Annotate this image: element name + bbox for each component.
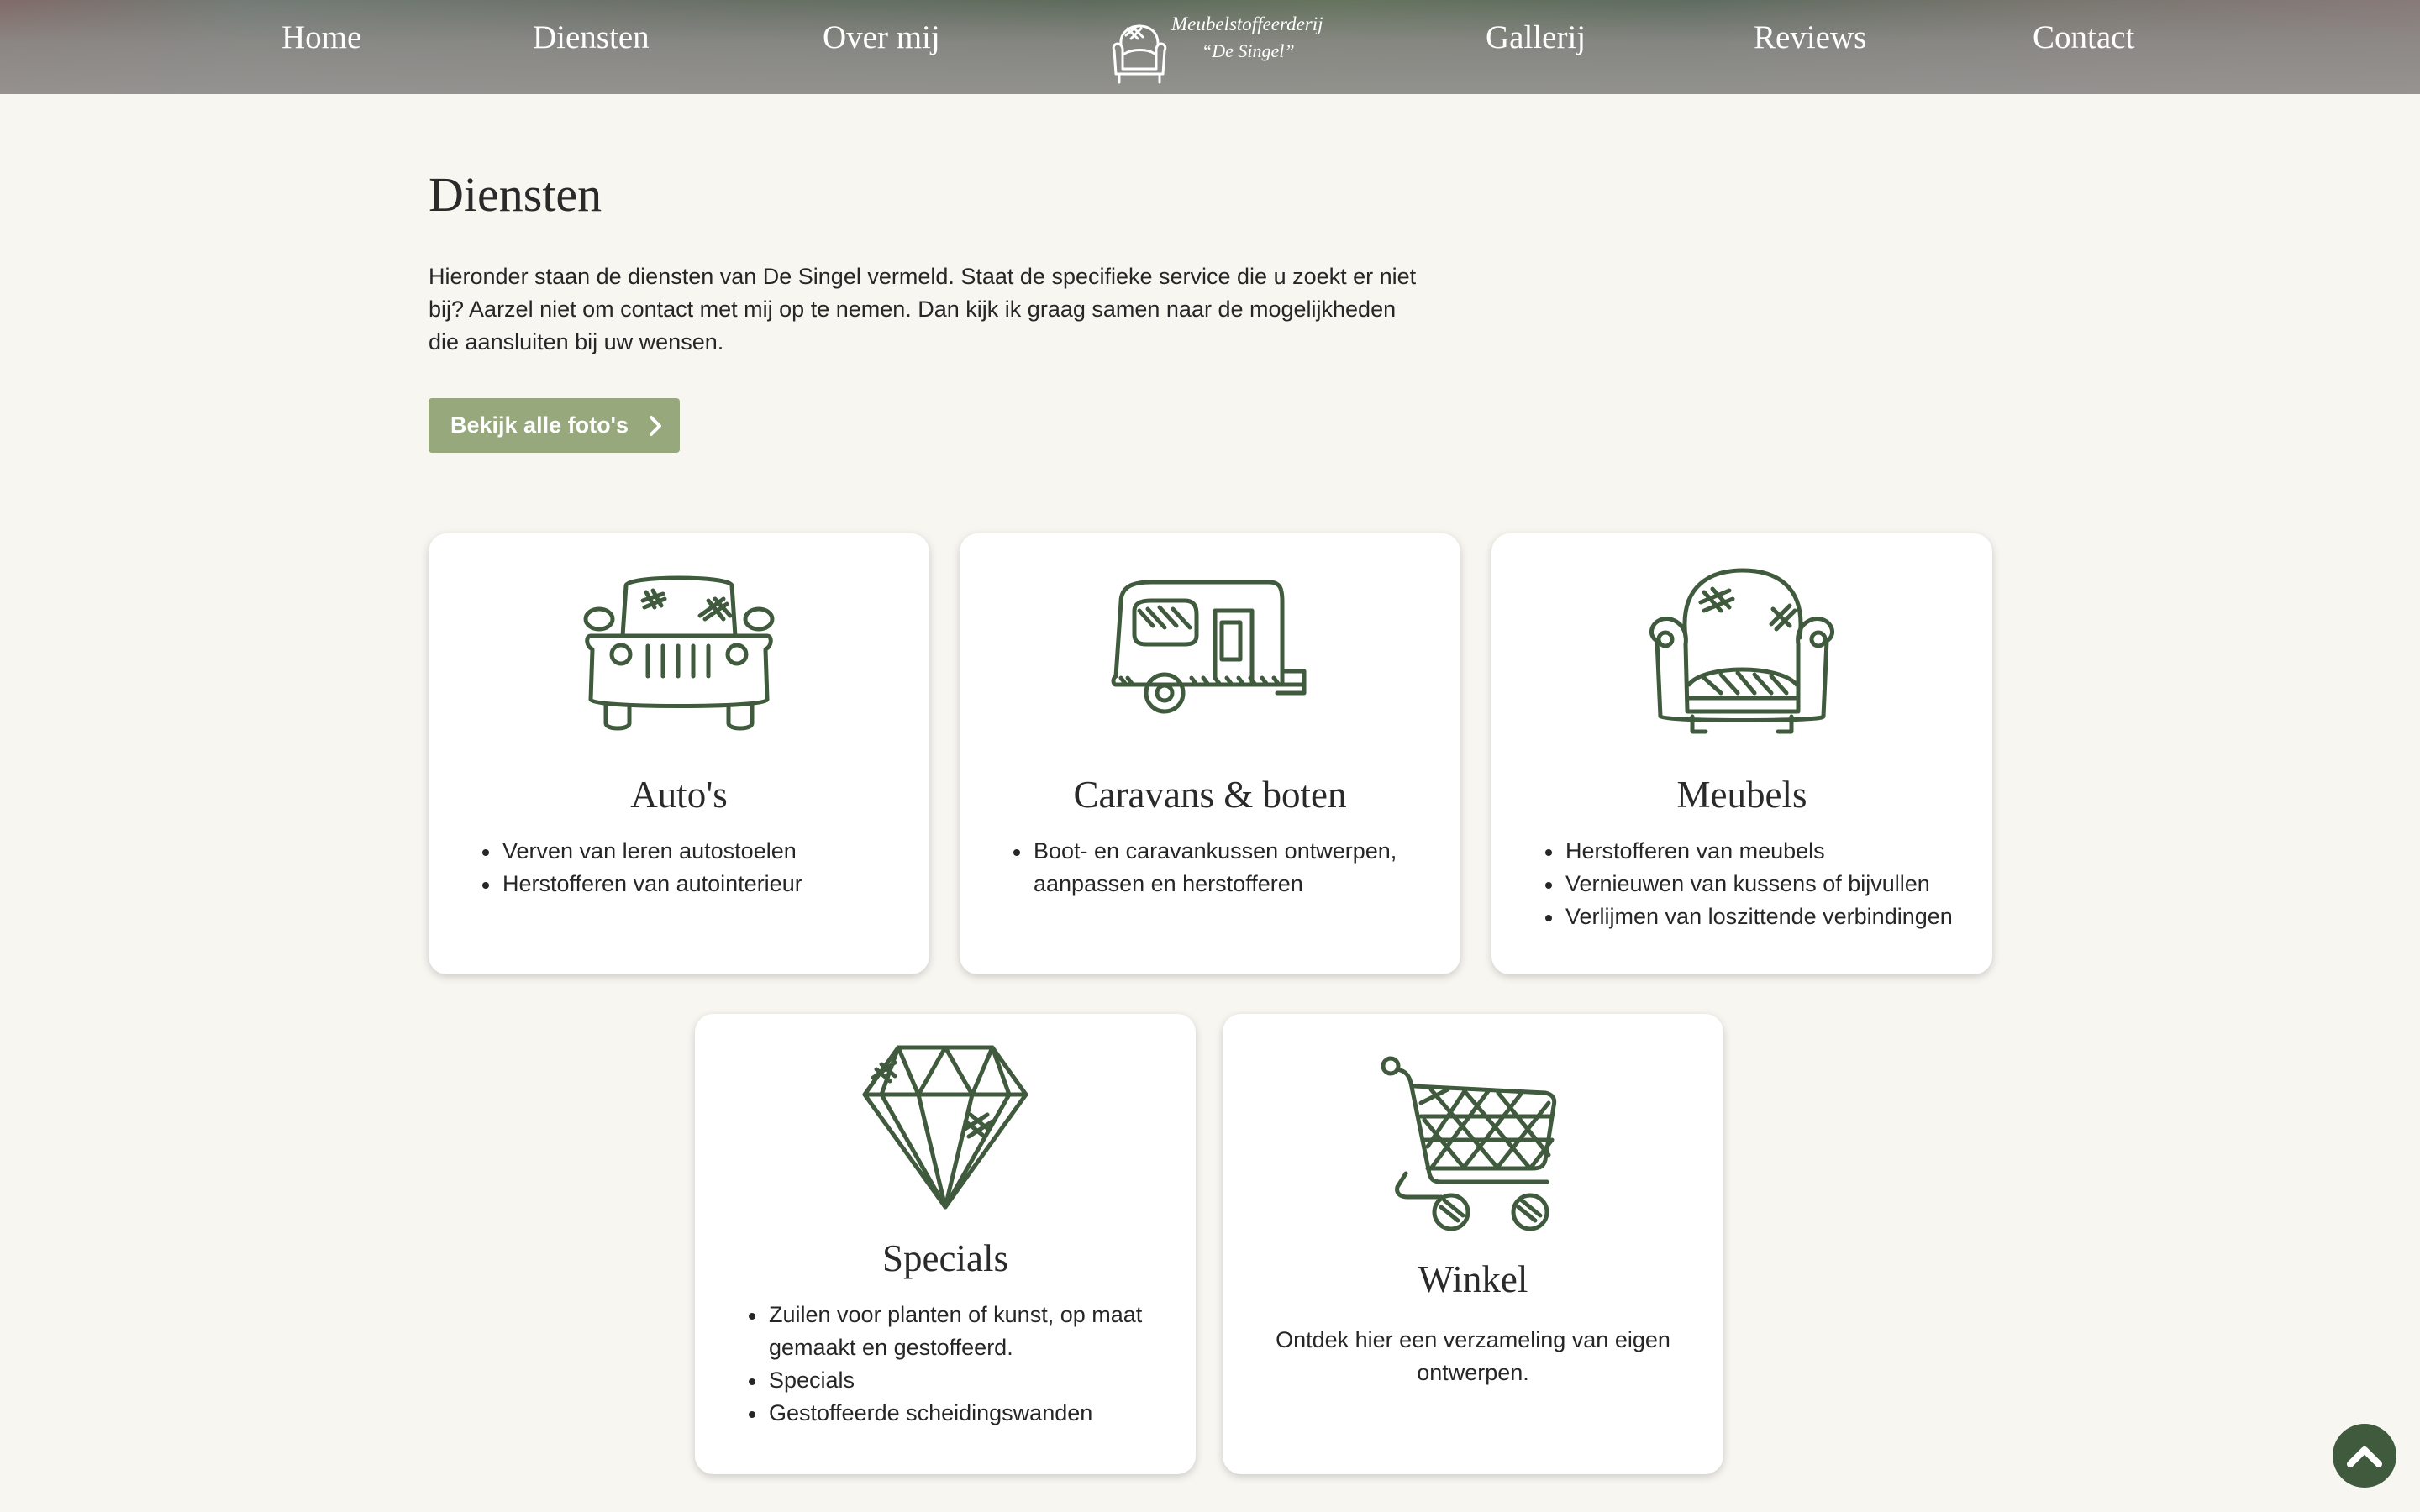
site-logo[interactable]: Meubelstoffeerderij “De Singel” [1107,10,1326,91]
nav-home[interactable]: Home [281,18,361,56]
nav-contact[interactable]: Contact [2033,18,2134,56]
nav-diensten[interactable]: Diensten [533,18,650,56]
chevron-right-icon [650,416,661,436]
logo-subname: “De Singel” [1202,40,1295,61]
service-list: Verven van leren autostoelen Herstoffere… [481,835,918,900]
page-title: Diensten [429,167,602,222]
list-item: Gestoffeerde scheidingswanden [747,1397,1184,1430]
view-all-photos-label: Bekijk alle foto's [450,412,629,438]
service-card-meubels[interactable]: Meubels Herstofferen van meubels Vernieu… [1491,533,1992,974]
scroll-to-top-button[interactable] [2333,1424,2396,1488]
service-list: Zuilen voor planten of kunst, op maat ge… [747,1299,1184,1430]
service-card-specials[interactable]: Specials Zuilen voor planten of kunst, o… [695,1014,1196,1474]
chevron-up-icon [2347,1446,2382,1467]
card-title: Meubels [1676,774,1807,816]
card-title: Winkel [1418,1258,1528,1300]
site-header: Home Diensten Over mij Gallerij Reviews … [0,0,2420,94]
nav-reviews[interactable]: Reviews [1754,18,1866,56]
caravan-icon [1111,580,1307,714]
armchair-logo-icon [1112,24,1167,84]
list-item: Verlijmen van loszittende verbindingen [1544,900,1981,933]
list-item: Boot- en caravankussen ontwerpen, aanpas… [1012,835,1449,900]
service-card-autos[interactable]: Auto's Verven van leren autostoelen Hers… [429,533,929,974]
car-icon [583,575,775,731]
nav-gallerij[interactable]: Gallerij [1486,18,1586,56]
intro-text: Hieronder staan de diensten van De Singe… [429,264,1417,354]
diamond-icon [862,1045,1028,1210]
shopping-cart-icon [1381,1056,1557,1231]
logo-name: Meubelstoffeerderij [1171,13,1323,34]
view-all-photos-button[interactable]: Bekijk alle foto's [429,398,680,453]
armchair-icon [1649,568,1834,734]
card-title: Specials [882,1237,1008,1279]
list-item: Herstofferen van meubels [1544,835,1981,868]
service-list: Herstofferen van meubels Vernieuwen van … [1544,835,1981,933]
service-card-winkel[interactable]: Winkel Ontdek hier een verzameling van e… [1223,1014,1723,1474]
service-card-caravans[interactable]: Caravans & boten Boot- en caravankussen … [960,533,1460,974]
card-title: Auto's [630,774,728,816]
list-item: Vernieuwen van kussens of bijvullen [1544,868,1981,900]
nav-over-mij[interactable]: Over mij [823,18,940,56]
list-item: Zuilen voor planten of kunst, op maat ge… [747,1299,1184,1364]
service-list: Boot- en caravankussen ontwerpen, aanpas… [1012,835,1449,900]
list-item: Herstofferen van autointerieur [481,868,918,900]
card-description: Ontdek hier een verzameling van eigen on… [1276,1327,1670,1385]
list-item: Verven van leren autostoelen [481,835,918,868]
list-item: Specials [747,1364,1184,1397]
card-title: Caravans & boten [1073,774,1347,816]
